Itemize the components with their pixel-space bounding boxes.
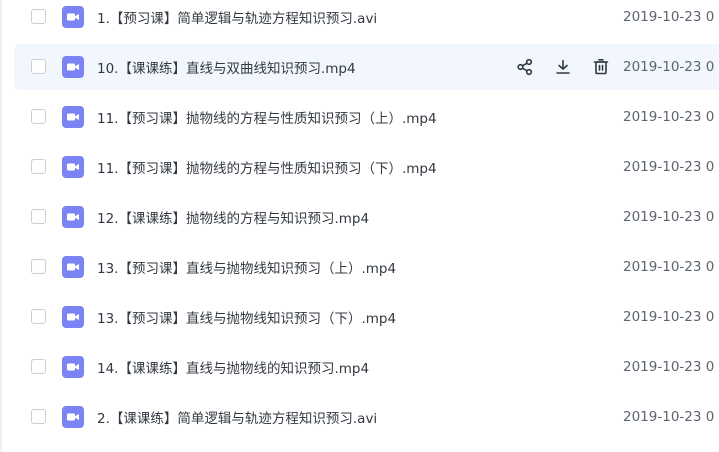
file-name[interactable]: 10.【课课练】直线与双曲线知识预习.mp4: [97, 57, 356, 77]
file-date: 2019-10-23 0: [623, 409, 715, 425]
file-date: 2019-10-23 0: [623, 9, 715, 25]
file-date: 2019-10-23 0: [623, 309, 715, 325]
video-file-icon: [62, 6, 84, 28]
video-file-icon: [62, 306, 84, 328]
file-row[interactable]: 11.【预习课】抛物线的方程与性质知识预习（上）.mp4 2019-10-23 0: [14, 94, 719, 140]
delete-button[interactable]: [590, 56, 612, 78]
row-checkbox[interactable]: [31, 259, 46, 274]
file-name[interactable]: 11.【预习课】抛物线的方程与性质知识预习（上）.mp4: [97, 107, 437, 127]
share-button[interactable]: [514, 56, 536, 78]
file-date: 2019-10-23 0: [623, 59, 715, 75]
file-date: 2019-10-23 0: [623, 209, 715, 225]
file-date: 2019-10-23 0: [623, 359, 715, 375]
file-name[interactable]: 13.【预习课】直线与抛物线知识预习（上）.mp4: [97, 257, 396, 277]
file-date: 2019-10-23 0: [623, 259, 715, 275]
file-row[interactable]: 14.【课课练】直线与抛物线的知识预习.mp4 2019-10-23 0: [14, 344, 719, 390]
video-file-icon: [62, 356, 84, 378]
video-file-icon: [62, 406, 84, 428]
file-date: 2019-10-23 0: [623, 159, 715, 175]
video-file-icon: [62, 156, 84, 178]
file-list: 1.【预习课】简单逻辑与轨迹方程知识预习.avi 2019-10-23 0 10.【…: [0, 0, 719, 452]
file-name[interactable]: 12.【课课练】抛物线的方程与知识预习.mp4: [97, 207, 369, 227]
file-row[interactable]: 12.【课课练】抛物线的方程与知识预习.mp4 2019-10-23 0: [14, 194, 719, 240]
download-button[interactable]: [552, 56, 574, 78]
row-checkbox[interactable]: [31, 309, 46, 324]
file-row[interactable]: 13.【预习课】直线与抛物线知识预习（下）.mp4 2019-10-23 0: [14, 294, 719, 340]
file-name[interactable]: 2.【课课练】简单逻辑与轨迹方程知识预习.avi: [97, 407, 377, 427]
share-icon: [516, 58, 534, 76]
file-name[interactable]: 1.【预习课】简单逻辑与轨迹方程知识预习.avi: [97, 7, 377, 27]
video-file-icon: [62, 56, 84, 78]
file-row[interactable]: 2.【课课练】简单逻辑与轨迹方程知识预习.avi 2019-10-23 0: [14, 394, 719, 440]
video-file-icon: [62, 256, 84, 278]
video-file-icon: [62, 206, 84, 228]
row-checkbox[interactable]: [31, 409, 46, 424]
row-checkbox[interactable]: [31, 209, 46, 224]
left-edge-divider: [0, 0, 2, 452]
row-checkbox[interactable]: [31, 59, 46, 74]
delete-icon: [592, 58, 610, 76]
file-row[interactable]: 1.【预习课】简单逻辑与轨迹方程知识预习.avi 2019-10-23 0: [14, 0, 719, 40]
row-actions: [514, 56, 628, 78]
row-checkbox[interactable]: [31, 359, 46, 374]
video-file-icon: [62, 106, 84, 128]
row-checkbox[interactable]: [31, 159, 46, 174]
file-name[interactable]: 13.【预习课】直线与抛物线知识预习（下）.mp4: [97, 307, 396, 327]
file-date: 2019-10-23 0: [623, 109, 715, 125]
row-checkbox[interactable]: [31, 9, 46, 24]
file-row[interactable]: 11.【预习课】抛物线的方程与性质知识预习（下）.mp4 2019-10-23 0: [14, 144, 719, 190]
file-row[interactable]: 13.【预习课】直线与抛物线知识预习（上）.mp4 2019-10-23 0: [14, 244, 719, 290]
file-row[interactable]: 10.【课课练】直线与双曲线知识预习.mp4 2019-10-23 0: [14, 44, 719, 90]
row-checkbox[interactable]: [31, 109, 46, 124]
file-name[interactable]: 14.【课课练】直线与抛物线的知识预习.mp4: [97, 357, 369, 377]
download-icon: [554, 58, 572, 76]
file-name[interactable]: 11.【预习课】抛物线的方程与性质知识预习（下）.mp4: [97, 157, 437, 177]
